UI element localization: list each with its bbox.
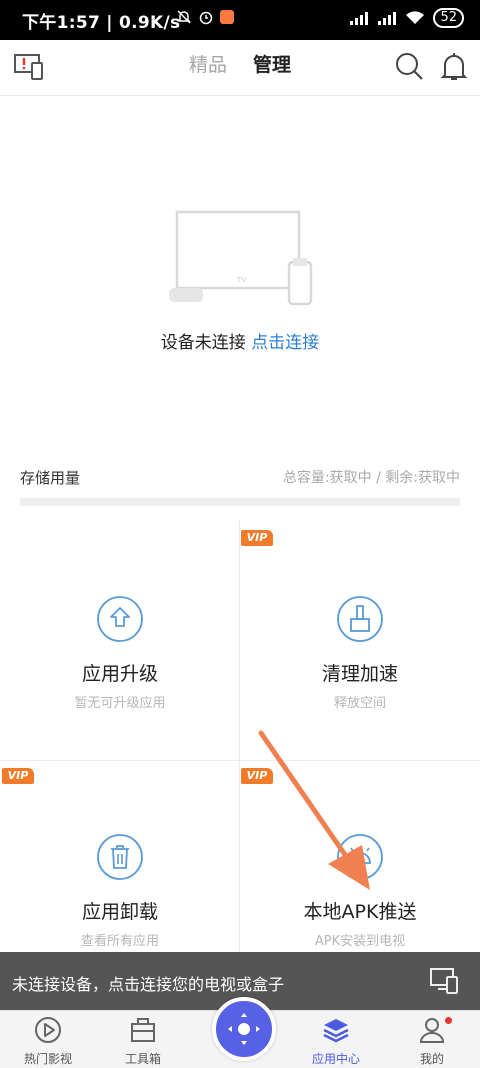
banner-text: 未连接设备，点击连接您的电视或盒子 <box>12 975 285 994</box>
nav-item-label: 应用中心 <box>311 1052 360 1066</box>
play-icon <box>35 1017 61 1043</box>
android-icon <box>337 834 383 880</box>
nav-item-hot-videos[interactable]: 热门影视 <box>8 1015 88 1067</box>
nav-item-label: 热门影视 <box>23 1052 72 1066</box>
grid-item-app-uninstall[interactable]: 应用卸载 查看所有应用 <box>0 833 240 949</box>
status-bar: 下午1:57 | 0.9K/s 52 <box>0 0 480 40</box>
signal-icon <box>378 12 397 25</box>
grid-item-apk-push[interactable]: 本地APK推送 APK安装到电视 <box>240 833 480 949</box>
connection-status: 设备未连接 点击连接 <box>0 328 480 353</box>
toolbox-icon <box>131 1018 155 1042</box>
grid-item-title: 清理加速 <box>321 663 398 685</box>
status-time: 下午1:57 | 0.9K/s <box>22 13 181 33</box>
grid-item-subtitle: 释放空间 <box>333 696 386 711</box>
grid-item-subtitle: 暂无可升级应用 <box>74 696 166 711</box>
status-icons <box>176 9 234 25</box>
vip-badge: VIP <box>2 768 34 784</box>
notification-dot <box>445 1017 452 1024</box>
grid-item-subtitle: 查看所有应用 <box>80 934 159 949</box>
storage-info: 总容量:获取中 / 剩余:获取中 <box>282 470 460 486</box>
remote-dpad-icon <box>228 1013 260 1045</box>
app-badge-icon <box>220 10 234 24</box>
tab-featured[interactable]: 精品 <box>189 50 227 77</box>
battery-icon: 52 <box>433 8 464 28</box>
device-connect-icon[interactable] <box>428 964 462 998</box>
remote-control-button[interactable] <box>212 997 276 1061</box>
grid-item-app-upgrade[interactable]: 应用升级 暂无可升级应用 <box>0 595 240 711</box>
wifi-icon <box>406 11 425 24</box>
vip-badge: VIP <box>241 768 273 784</box>
search-icon[interactable] <box>391 48 427 84</box>
alarm-icon <box>199 11 213 25</box>
storage-label: 存储用量 <box>20 469 81 487</box>
grid-divider <box>0 760 480 761</box>
broom-icon <box>337 596 383 642</box>
grid-item-title: 本地APK推送 <box>303 901 417 923</box>
nav-item-app-center[interactable]: 应用中心 <box>296 1015 376 1067</box>
status-right: 52 <box>349 8 464 28</box>
grid-item-clean-speedup[interactable]: 清理加速 释放空间 <box>240 595 480 711</box>
tab-manage[interactable]: 管理 <box>253 50 291 77</box>
grid-item-title: 应用卸载 <box>81 901 158 923</box>
upgrade-icon <box>97 596 143 642</box>
vip-badge: VIP <box>241 530 273 546</box>
nav-item-label: 我的 <box>419 1052 444 1066</box>
top-bar: 精品 管理 <box>0 40 480 96</box>
tv-device-illustration: TV <box>169 210 313 306</box>
user-icon <box>419 1018 445 1043</box>
svg-text:TV: TV <box>236 276 246 284</box>
connect-link[interactable]: 点击连接 <box>251 333 319 353</box>
layers-icon <box>323 1019 349 1043</box>
grid-item-title: 应用升级 <box>81 663 158 685</box>
trash-icon <box>97 834 143 880</box>
nav-item-toolbox[interactable]: 工具箱 <box>103 1015 183 1067</box>
connection-status-text: 设备未连接 <box>160 333 246 353</box>
nav-item-label: 工具箱 <box>124 1052 161 1066</box>
grid-item-subtitle: APK安装到电视 <box>314 934 406 949</box>
mute-icon <box>177 10 191 24</box>
bell-icon[interactable] <box>436 48 472 84</box>
signal-icon <box>350 12 369 25</box>
storage-progress-bar <box>20 498 460 506</box>
nav-item-mine[interactable]: 我的 <box>392 1015 472 1067</box>
